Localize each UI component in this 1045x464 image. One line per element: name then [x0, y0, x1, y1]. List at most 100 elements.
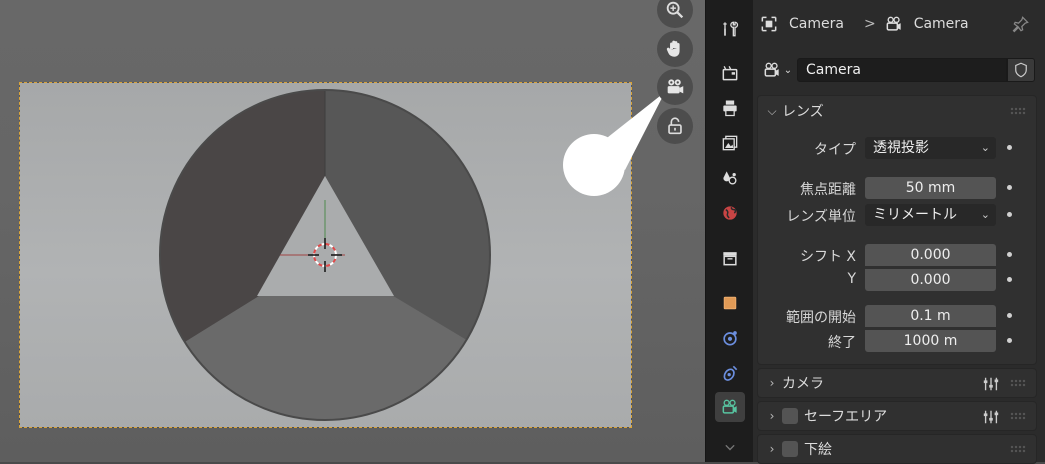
keyframe-dot-icon[interactable]	[1007, 338, 1012, 343]
clip-start-row: 範囲の開始 0.1 m	[758, 305, 1036, 327]
scene-icon	[723, 171, 737, 185]
lens-unit-value: ミリメートル	[873, 207, 957, 223]
3d-viewport[interactable]	[0, 0, 705, 462]
presets-icon[interactable]	[982, 408, 1000, 430]
tab-view-layer[interactable]	[715, 128, 745, 158]
lock-camera-button[interactable]	[657, 108, 693, 144]
camera-view-button[interactable]	[657, 69, 693, 105]
lens-panel-header[interactable]: ⌵ レンズ	[758, 96, 1036, 126]
breadcrumb-object[interactable]: Camera	[789, 16, 844, 32]
datablock-name-field[interactable]: Camera	[797, 58, 1007, 82]
breadcrumb-separator: >	[863, 16, 876, 32]
output-icon	[723, 100, 737, 117]
tab-world[interactable]	[715, 198, 745, 228]
collection-icon	[723, 252, 737, 266]
camera-panel-header[interactable]: › カメラ	[758, 369, 1036, 397]
chevron-down-icon: ⌄	[783, 64, 793, 76]
constraints-icon	[723, 365, 738, 381]
shift-x-label: シフト X	[799, 249, 856, 265]
keyframe-dot-icon[interactable]	[1007, 252, 1012, 257]
tab-scene[interactable]	[715, 163, 745, 193]
lock-icon	[668, 117, 682, 135]
tool-icon	[723, 21, 739, 37]
pin-icon[interactable]	[1011, 14, 1031, 34]
shift-x-row: シフト X 0.000	[758, 244, 1036, 266]
drag-handle-icon[interactable]	[1010, 379, 1026, 387]
lens-panel: ⌵ レンズ タイプ 透視投影 ⌄ 焦点距離 50 mm レンズ単位 ミリメートル…	[757, 95, 1037, 365]
lens-type-dropdown[interactable]: 透視投影 ⌄	[865, 137, 996, 159]
background-images-panel: › 下絵	[757, 434, 1037, 464]
tab-object[interactable]	[715, 288, 745, 318]
drag-handle-icon[interactable]	[1010, 107, 1026, 115]
tab-render[interactable]	[715, 58, 745, 88]
view-layer-icon	[722, 135, 738, 151]
keyframe-dot-icon[interactable]	[1007, 313, 1012, 318]
clip-start-field[interactable]: 0.1 m	[865, 305, 996, 327]
chevron-right-icon: ›	[769, 376, 775, 390]
tab-tool[interactable]	[715, 14, 745, 44]
zoom-icon	[666, 1, 684, 19]
camera-datablock-selector: ⌄ Camera	[757, 58, 1035, 82]
shift-x-field[interactable]: 0.000	[865, 244, 996, 266]
clip-end-field[interactable]: 1000 m	[865, 330, 996, 352]
lens-unit-label: レンズ単位	[786, 209, 856, 225]
keyframe-dot-icon[interactable]	[1007, 145, 1012, 150]
camera-view-icon	[667, 79, 684, 94]
physics-icon	[723, 331, 737, 346]
shield-icon	[1015, 62, 1027, 78]
tab-constraints[interactable]	[715, 358, 745, 388]
lens-type-value: 透視投影	[873, 140, 929, 156]
breadcrumb: Camera > Camera	[753, 0, 1045, 48]
lens-unit-row: レンズ単位 ミリメートル ⌄	[758, 204, 1036, 226]
camera-data-icon	[884, 14, 904, 34]
world-icon	[723, 206, 737, 220]
breadcrumb-data[interactable]: Camera	[914, 16, 969, 32]
keyframe-dot-icon[interactable]	[1007, 185, 1012, 190]
lens-type-row: タイプ 透視投影 ⌄	[758, 137, 1036, 159]
lens-unit-dropdown[interactable]: ミリメートル ⌄	[865, 204, 996, 226]
safe-areas-checkbox[interactable]	[782, 408, 798, 424]
chevron-right-icon: ›	[769, 409, 775, 423]
shift-y-field[interactable]: 0.000	[865, 269, 996, 291]
tab-camera-data[interactable]	[715, 392, 745, 422]
tab-physics[interactable]	[715, 323, 745, 353]
clip-end-label: 終了	[828, 335, 856, 351]
callout-bubble	[563, 92, 665, 196]
object-icon	[723, 296, 737, 310]
safe-areas-panel-header[interactable]: › セーフエリア	[758, 402, 1036, 430]
pan-button[interactable]	[657, 31, 693, 67]
chevron-down-icon: ⌵	[767, 103, 777, 118]
background-images-panel-header[interactable]: › 下絵	[758, 435, 1036, 463]
properties-tab-strip	[705, 0, 754, 462]
safe-areas-panel-title: セーフエリア	[804, 409, 888, 425]
lens-panel-title: レンズ	[782, 104, 824, 120]
presets-icon[interactable]	[982, 375, 1000, 397]
hand-icon	[666, 40, 680, 57]
tab-output[interactable]	[715, 93, 745, 123]
object-mode-icon	[759, 14, 779, 34]
keyframe-dot-icon[interactable]	[1007, 212, 1012, 217]
chevron-down-icon: ⌄	[980, 208, 990, 221]
tab-collection[interactable]	[715, 243, 745, 273]
datablock-type-dropdown[interactable]: ⌄	[757, 58, 797, 82]
drag-handle-icon[interactable]	[1010, 445, 1026, 453]
fake-user-button[interactable]	[1007, 58, 1035, 82]
clip-start-label: 範囲の開始	[786, 310, 856, 326]
shift-y-row: Y 0.000	[758, 269, 1036, 291]
focal-length-field[interactable]: 50 mm	[865, 177, 996, 199]
tab-more[interactable]	[715, 432, 745, 462]
clip-end-row: 終了 1000 m	[758, 330, 1036, 352]
camera-data-icon	[722, 399, 737, 414]
camera-panel: › カメラ	[757, 368, 1037, 398]
drag-handle-icon[interactable]	[1010, 412, 1026, 420]
camera-panel-title: カメラ	[782, 376, 824, 392]
keyframe-dot-icon[interactable]	[1007, 277, 1012, 282]
background-images-checkbox[interactable]	[782, 441, 798, 457]
focal-length-row: 焦点距離 50 mm	[758, 177, 1036, 199]
lens-type-label: タイプ	[814, 142, 856, 158]
background-images-panel-title: 下絵	[804, 442, 832, 458]
focal-length-label: 焦点距離	[800, 182, 856, 198]
chevron-right-icon: ›	[769, 442, 775, 456]
safe-areas-panel: › セーフエリア	[757, 401, 1037, 431]
properties-editor: Camera > Camera ⌄ Camera ⌵ レンズ タイプ 透視投影	[753, 0, 1045, 464]
